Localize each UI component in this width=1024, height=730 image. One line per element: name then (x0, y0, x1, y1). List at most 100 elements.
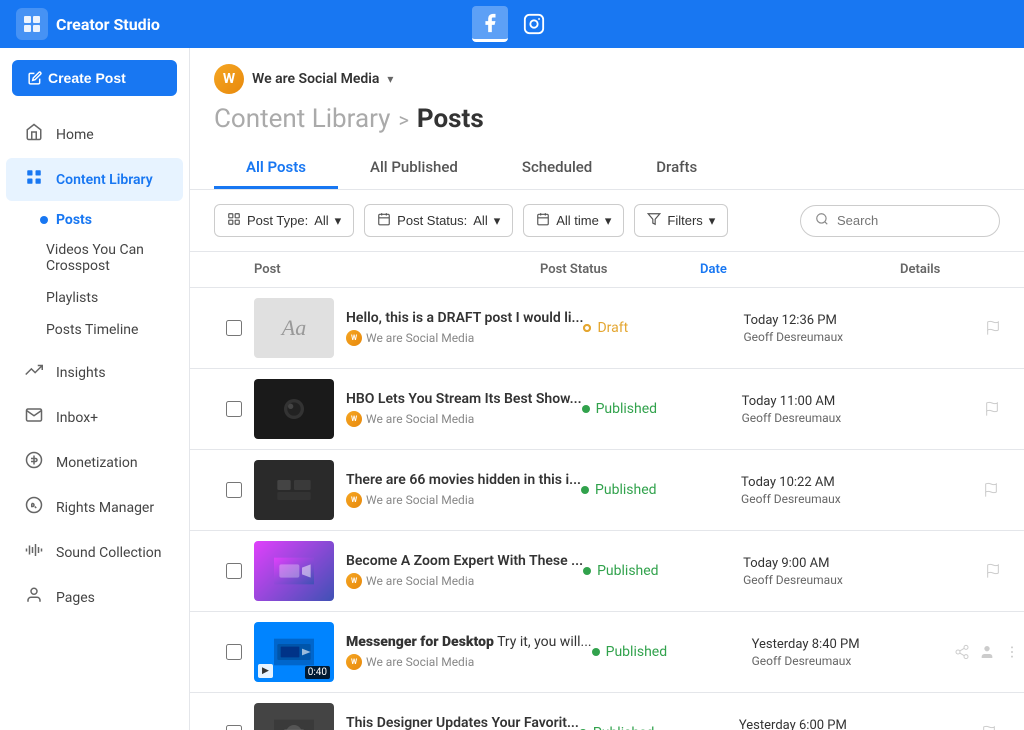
share-icon-5[interactable] (952, 638, 973, 666)
table-row: 0:40 ▶ Messenger for Desktop Try it, you… (190, 612, 1024, 693)
create-post-button[interactable]: Create Post (12, 60, 177, 96)
sidebar-subitem-posts[interactable]: Posts (0, 206, 189, 234)
profile-icon-5[interactable] (977, 638, 998, 666)
post-account-4: W We are Social Media (346, 573, 583, 589)
status-cell-1: Draft (583, 320, 743, 336)
tab-all-published[interactable]: All Published (338, 148, 490, 189)
post-title-4: Become A Zoom Expert With These ... (346, 553, 583, 569)
table-row: Aa Hello, this is a DRAFT post I would l… (190, 288, 1024, 369)
sidebar-item-home[interactable]: Home (6, 113, 183, 156)
status-dot-5 (592, 648, 600, 656)
account-avatar: W (214, 64, 244, 94)
post-account-3: W We are Social Media (346, 492, 581, 508)
video-duration-5: 0:40 (305, 666, 330, 679)
filters-button[interactable]: Filters ▾ (634, 204, 728, 237)
post-title-5: Messenger for Desktop Try it, you will..… (346, 634, 592, 650)
date-cell-4: Today 9:00 AM Geoff Desreumaux (743, 556, 943, 587)
sidebar-item-sound-collection[interactable]: Sound Collection (6, 531, 183, 574)
search-input[interactable] (837, 213, 985, 228)
account-selector[interactable]: W We are Social Media ▾ (214, 64, 1000, 94)
details-cell-2 (942, 395, 1024, 423)
row-checkbox-4[interactable] (214, 563, 254, 579)
account-name: We are Social Media (252, 71, 379, 87)
post-thumbnail-4 (254, 541, 334, 601)
sidebar-item-inbox[interactable]: Inbox+ (6, 396, 183, 439)
status-text-5: Published (606, 644, 667, 660)
search-box[interactable] (800, 205, 1000, 237)
post-info-1: Hello, this is a DRAFT post I would li..… (346, 310, 583, 346)
sidebar-subitem-posts-timeline[interactable]: Posts Timeline (0, 314, 189, 346)
sidebar-item-content-library[interactable]: Content Library (6, 158, 183, 201)
content-library-subitems: Posts Videos You Can Crosspost Playlists… (0, 202, 189, 350)
post-status-icon (377, 212, 391, 229)
sidebar-item-insights-label: Insights (56, 365, 106, 381)
content-area: W We are Social Media ▾ Content Library … (190, 48, 1024, 730)
brand-icon (16, 8, 48, 40)
sidebar-item-insights[interactable]: Insights (6, 351, 183, 394)
post-title-6: This Designer Updates Your Favorit... (346, 715, 579, 730)
date-cell-3: Today 10:22 AM Geoff Desreumaux (741, 475, 941, 506)
sidebar-item-pages-label: Pages (56, 590, 95, 606)
tab-scheduled[interactable]: Scheduled (490, 148, 624, 189)
post-account-2: W We are Social Media (346, 411, 582, 427)
boost-icon-4[interactable] (979, 557, 1007, 585)
row-checkbox-5[interactable] (214, 644, 254, 660)
sound-collection-icon (22, 541, 46, 564)
sidebar-item-rights-manager[interactable]: Rights Manager (6, 486, 183, 529)
status-text-6: Published (593, 725, 654, 730)
inbox-icon (22, 406, 46, 429)
header-date[interactable]: Date (700, 262, 900, 277)
details-cell-5 (952, 638, 1024, 666)
details-cell-1 (943, 314, 1024, 342)
boost-icon-6[interactable] (975, 719, 1003, 730)
row-checkbox-2[interactable] (214, 401, 254, 417)
post-account-avatar-2: W (346, 411, 362, 427)
post-status-filter[interactable]: Post Status: All ▾ (364, 204, 513, 237)
status-cell-2: Published (582, 401, 742, 417)
time-icon (536, 212, 550, 229)
sidebar-subitem-videos[interactable]: Videos You Can Crosspost (0, 234, 189, 282)
post-account-avatar-4: W (346, 573, 362, 589)
facebook-nav-button[interactable] (472, 6, 508, 42)
date-value-5: Yesterday 8:40 PM (752, 637, 952, 652)
tab-all-posts[interactable]: All Posts (214, 148, 338, 189)
time-filter[interactable]: All time ▾ (523, 204, 624, 237)
post-status-label: Post Status: (397, 213, 467, 228)
post-type-filter[interactable]: Post Type: All ▾ (214, 204, 354, 237)
posts-table: Post Post Status Date Details Aa Hello, … (190, 252, 1024, 730)
filters-label: Filters (667, 213, 702, 228)
post-thumbnail-2 (254, 379, 334, 439)
sidebar-subitem-playlists[interactable]: Playlists (0, 282, 189, 314)
row-checkbox-3[interactable] (214, 482, 254, 498)
sidebar-item-monetization[interactable]: Monetization (6, 441, 183, 484)
row-checkbox-6[interactable] (214, 725, 254, 730)
sidebar-item-pages[interactable]: Pages (6, 576, 183, 619)
instagram-nav-button[interactable] (516, 6, 552, 42)
sidebar-item-rights-manager-label: Rights Manager (56, 500, 154, 516)
more-icon-5[interactable] (1002, 638, 1023, 666)
tab-drafts[interactable]: Drafts (624, 148, 729, 189)
date-author-1: Geoff Desreumaux (743, 330, 943, 344)
post-info-6: This Designer Updates Your Favorit... W … (346, 715, 579, 730)
header-details: Details (900, 262, 1000, 277)
status-cell-4: Published (583, 563, 743, 579)
time-chevron-icon: ▾ (605, 213, 612, 229)
details-cell-3 (941, 476, 1024, 504)
table-row: This Designer Updates Your Favorit... W … (190, 693, 1024, 730)
table-header: Post Post Status Date Details (190, 252, 1024, 288)
post-type-label: Post Type: (247, 213, 308, 228)
boost-icon-3[interactable] (977, 476, 1005, 504)
post-status-chevron-icon: ▾ (494, 213, 501, 229)
post-account-1: W We are Social Media (346, 330, 583, 346)
posts-active-dot (40, 216, 48, 224)
post-title-2: HBO Lets You Stream Its Best Show... (346, 391, 582, 407)
status-text-3: Published (595, 482, 656, 498)
content-header: W We are Social Media ▾ Content Library … (190, 48, 1024, 190)
boost-icon-2[interactable] (978, 395, 1006, 423)
top-navigation: Creator Studio (0, 0, 1024, 48)
row-checkbox-1[interactable] (214, 320, 254, 336)
account-dropdown-chevron[interactable]: ▾ (387, 72, 393, 86)
boost-icon-1[interactable] (979, 314, 1007, 342)
date-cell-2: Today 11:00 AM Geoff Desreumaux (742, 394, 942, 425)
rights-manager-icon (22, 496, 46, 519)
